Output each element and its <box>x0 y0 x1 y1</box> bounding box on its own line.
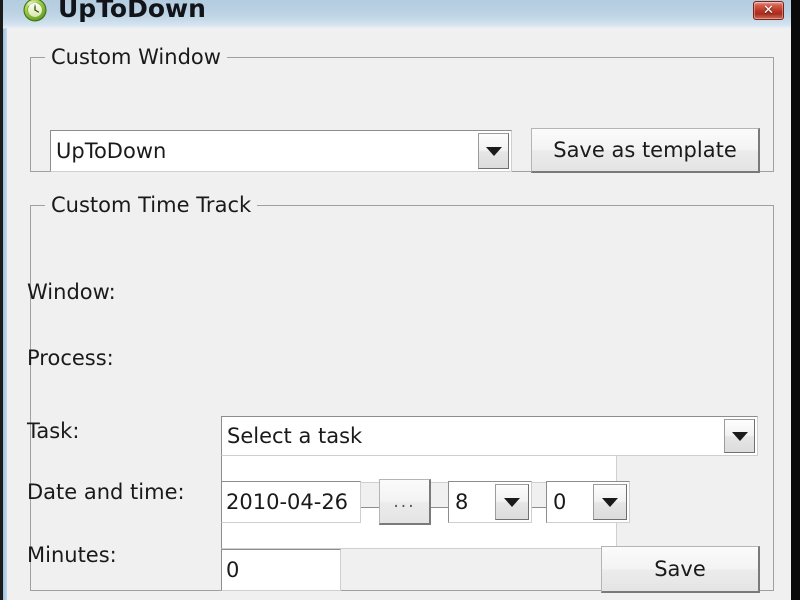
template-combobox-value: UpToDown <box>56 139 167 163</box>
custom-window-group-legend: Custom Window <box>45 45 227 70</box>
task-combobox[interactable]: Select a task <box>221 416 758 456</box>
datetime-field-label: Date and time: <box>27 480 185 504</box>
hour-combobox-value: 8 <box>455 490 469 514</box>
save-button[interactable]: Save <box>601 546 760 593</box>
window-title: UpToDown <box>58 0 206 23</box>
chevron-down-icon[interactable] <box>478 133 509 169</box>
clock-icon <box>20 0 50 25</box>
process-field-label: Process: <box>27 346 114 370</box>
custom-time-track-group: Custom Time Track Select a task 2010-04-… <box>30 193 774 593</box>
close-icon[interactable]: ✕ <box>753 1 784 20</box>
minute-combobox[interactable]: 0 <box>546 481 630 523</box>
chevron-down-icon[interactable] <box>724 419 755 453</box>
minute-combobox-value: 0 <box>553 490 567 514</box>
chevron-down-glyph <box>504 497 520 507</box>
custom-time-track-group-legend: Custom Time Track <box>45 193 258 218</box>
date-picker-button[interactable]: ... <box>379 479 431 525</box>
task-combobox-value: Select a task <box>227 424 363 448</box>
application-window: UpToDown ✕ Custom Window UpToDown Save a… <box>0 0 800 600</box>
client-area: Custom Window UpToDown Save as template … <box>7 28 791 600</box>
window-field-label: Window: <box>27 280 116 304</box>
minutes-field-label: Minutes: <box>27 543 117 567</box>
close-glyph: ✕ <box>763 3 774 18</box>
chevron-down-glyph <box>731 431 748 441</box>
title-bar[interactable]: UpToDown ✕ <box>3 0 791 29</box>
template-combobox[interactable]: UpToDown <box>50 130 512 172</box>
chevron-down-icon[interactable] <box>495 484 529 520</box>
chevron-down-icon[interactable] <box>593 484 627 520</box>
hour-combobox[interactable]: 8 <box>448 481 532 523</box>
task-field-label: Task: <box>27 419 80 443</box>
chevron-down-glyph <box>485 146 502 156</box>
custom-window-group: Custom Window UpToDown Save as template <box>30 45 774 173</box>
save-as-template-button[interactable]: Save as template <box>531 128 760 173</box>
date-input[interactable]: 2010-04-26 <box>221 481 361 523</box>
minutes-input[interactable]: 0 <box>221 549 341 591</box>
chevron-down-glyph <box>602 497 618 507</box>
